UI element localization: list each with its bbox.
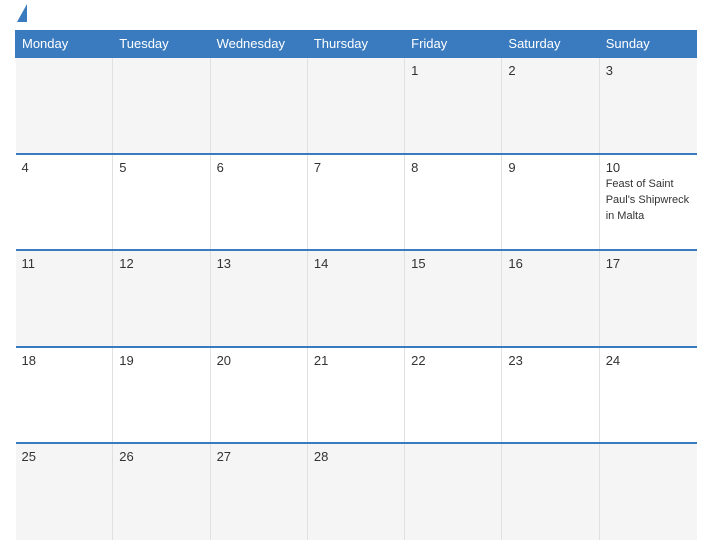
calendar-cell-1-2	[113, 57, 210, 154]
calendar-cell-5-5	[405, 443, 502, 540]
day-number: 12	[119, 256, 203, 271]
day-header-wednesday: Wednesday	[210, 31, 307, 58]
calendar-cell-2-2: 5	[113, 154, 210, 251]
calendar-cell-4-6: 23	[502, 347, 599, 444]
calendar-cell-3-1: 11	[16, 250, 113, 347]
logo-triangle-icon	[17, 4, 27, 22]
day-number: 14	[314, 256, 398, 271]
calendar-cell-4-4: 21	[307, 347, 404, 444]
day-number: 17	[606, 256, 691, 271]
day-header-tuesday: Tuesday	[113, 31, 210, 58]
calendar-cell-5-3: 27	[210, 443, 307, 540]
day-number: 15	[411, 256, 495, 271]
calendar-cell-2-7: 10 Feast of Saint Paul's Shipwreck in Mal…	[599, 154, 696, 251]
calendar-cell-1-6: 2	[502, 57, 599, 154]
event-text: Feast of Saint Paul's Shipwreck in Malta	[606, 178, 689, 223]
calendar-wrapper: MondayTuesdayWednesdayThursdayFridaySatu…	[0, 0, 712, 550]
calendar-cell-4-5: 22	[405, 347, 502, 444]
day-number: 5	[119, 160, 203, 175]
calendar-cell-3-7: 17	[599, 250, 696, 347]
day-number: 26	[119, 449, 203, 464]
day-header-saturday: Saturday	[502, 31, 599, 58]
day-number: 9	[508, 160, 592, 175]
day-number: 21	[314, 353, 398, 368]
calendar-cell-2-4: 7	[307, 154, 404, 251]
calendar-cell-5-7	[599, 443, 696, 540]
day-number: 16	[508, 256, 592, 271]
day-header-sunday: Sunday	[599, 31, 696, 58]
calendar-cell-4-1: 18	[16, 347, 113, 444]
day-number: 2	[508, 63, 592, 78]
calendar-cell-4-3: 20	[210, 347, 307, 444]
calendar-cell-1-5: 1	[405, 57, 502, 154]
calendar-cell-2-6: 9	[502, 154, 599, 251]
day-number: 19	[119, 353, 203, 368]
day-number: 25	[22, 449, 107, 464]
day-number: 13	[217, 256, 301, 271]
calendar-cell-2-5: 8	[405, 154, 502, 251]
day-number: 6	[217, 160, 301, 175]
day-number: 20	[217, 353, 301, 368]
week-row-5: 25 26 27 28	[16, 443, 697, 540]
day-number: 22	[411, 353, 495, 368]
week-row-3: 11 12 13 14 15 16 17	[16, 250, 697, 347]
week-row-2: 456789 10 Feast of Saint Paul's Shipwreck …	[16, 154, 697, 251]
day-number: 8	[411, 160, 495, 175]
day-number: 27	[217, 449, 301, 464]
week-row-4: 18 19 20 21 22 23 24	[16, 347, 697, 444]
day-number: 23	[508, 353, 592, 368]
calendar-cell-5-1: 25	[16, 443, 113, 540]
calendar-cell-5-2: 26	[113, 443, 210, 540]
calendar-cell-3-4: 14	[307, 250, 404, 347]
calendar-cell-4-2: 19	[113, 347, 210, 444]
day-header-friday: Friday	[405, 31, 502, 58]
day-number: 3	[606, 63, 691, 78]
calendar-cell-3-2: 12	[113, 250, 210, 347]
calendar-cell-2-1: 4	[16, 154, 113, 251]
day-header-monday: Monday	[16, 31, 113, 58]
calendar-cell-1-4	[307, 57, 404, 154]
day-number: 4	[22, 160, 107, 175]
days-header-row: MondayTuesdayWednesdayThursdayFridaySatu…	[16, 31, 697, 58]
calendar-cell-1-1	[16, 57, 113, 154]
week-row-1: 123	[16, 57, 697, 154]
calendar-cell-3-6: 16	[502, 250, 599, 347]
calendar-cell-1-3	[210, 57, 307, 154]
calendar-cell-5-4: 28	[307, 443, 404, 540]
calendar-cell-4-7: 24	[599, 347, 696, 444]
day-number: 28	[314, 449, 398, 464]
day-number: 7	[314, 160, 398, 175]
day-number: 24	[606, 353, 691, 368]
calendar-cell-3-3: 13	[210, 250, 307, 347]
day-number: 18	[22, 353, 107, 368]
day-header-thursday: Thursday	[307, 31, 404, 58]
calendar-table: MondayTuesdayWednesdayThursdayFridaySatu…	[15, 30, 697, 540]
day-number: 1	[411, 63, 495, 78]
day-number: 10	[606, 160, 691, 175]
calendar-cell-3-5: 15	[405, 250, 502, 347]
day-number: 11	[22, 256, 107, 271]
logo	[15, 10, 27, 22]
calendar-cell-2-3: 6	[210, 154, 307, 251]
calendar-cell-1-7: 3	[599, 57, 696, 154]
calendar-cell-5-6	[502, 443, 599, 540]
calendar-header	[15, 10, 697, 22]
